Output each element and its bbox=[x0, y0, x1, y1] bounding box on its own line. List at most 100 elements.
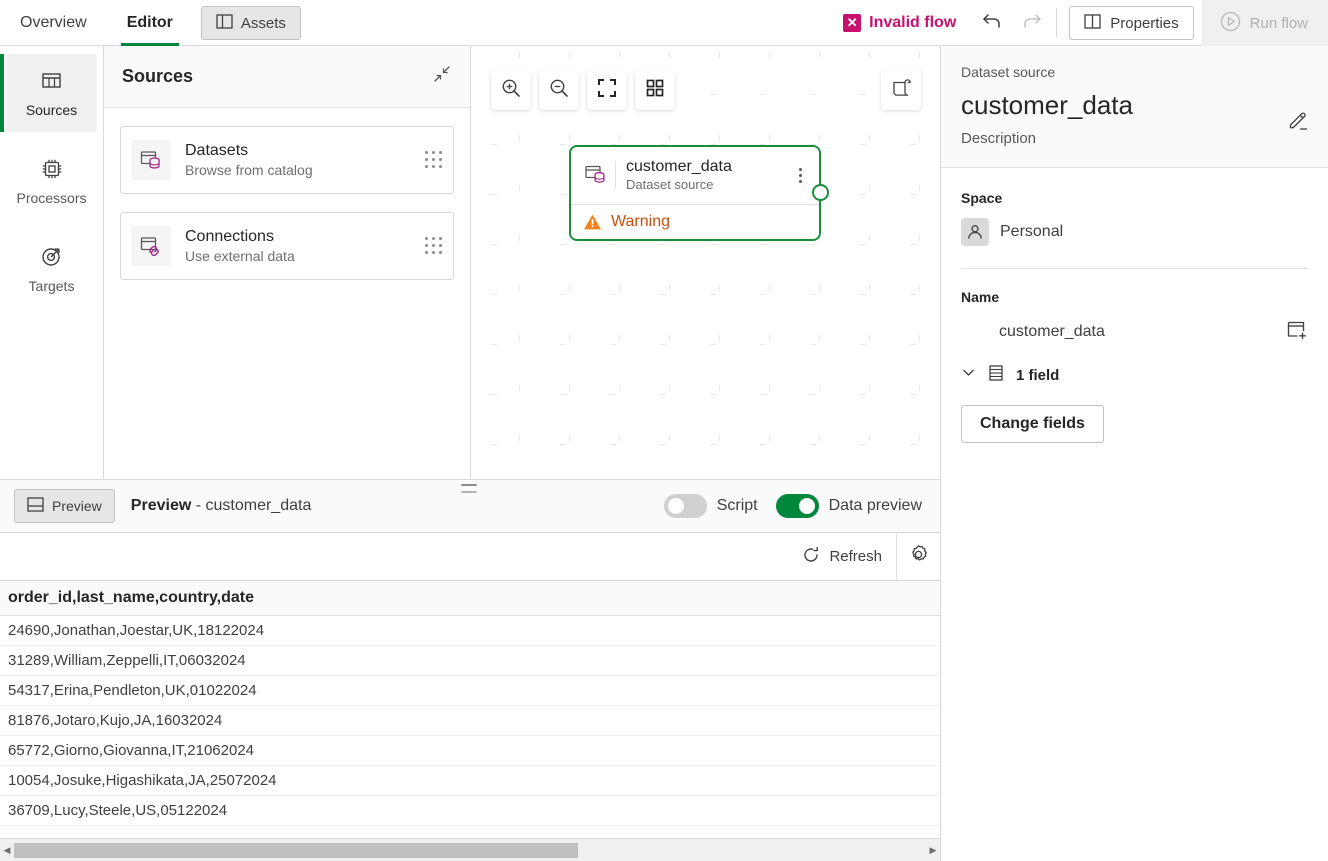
sidebar-item-sources[interactable]: Sources bbox=[0, 54, 97, 132]
auto-layout-button[interactable] bbox=[635, 70, 675, 110]
canvas-toolbar bbox=[491, 70, 675, 110]
table-row[interactable]: 36709,Lucy,Steele,US,05122024 bbox=[0, 796, 940, 826]
flow-node-header: customer_data Dataset source bbox=[571, 147, 819, 204]
fit-screen-button[interactable] bbox=[587, 70, 627, 110]
flow-node-subtitle: Dataset source bbox=[626, 177, 714, 193]
data-preview-table: order_id,last_name,country,date 24690,Jo… bbox=[0, 581, 940, 836]
zoom-in-button[interactable] bbox=[491, 70, 531, 110]
source-card-connections-text: Connections Use external data bbox=[185, 227, 425, 266]
refresh-icon bbox=[802, 546, 820, 568]
flow-node-customer-data[interactable]: customer_data Dataset source Warning bbox=[569, 145, 829, 241]
sources-panel-header: Sources bbox=[104, 46, 470, 108]
tab-editor[interactable]: Editor bbox=[107, 0, 193, 46]
script-toggle-label: Script bbox=[716, 497, 758, 514]
undo-button[interactable] bbox=[974, 5, 1010, 41]
sidebar-item-processors[interactable]: Processors bbox=[6, 142, 97, 220]
run-flow-button[interactable]: Run flow bbox=[1201, 0, 1328, 46]
name-value: customer_data bbox=[999, 323, 1105, 341]
properties-panel: Dataset source customer_data Description… bbox=[940, 46, 1328, 861]
invalid-flow-status: ✕ Invalid flow bbox=[827, 0, 972, 45]
table-row[interactable]: 81876,Jotaro,Kujo,JA,16032024 bbox=[0, 706, 940, 736]
undo-icon bbox=[981, 11, 1003, 36]
redo-button[interactable] bbox=[1014, 5, 1050, 41]
field-list-icon bbox=[987, 364, 1005, 387]
source-card-datasets[interactable]: Datasets Browse from catalog bbox=[120, 126, 454, 194]
panel-right-icon bbox=[1084, 13, 1101, 33]
space-value-row: Personal bbox=[961, 217, 1308, 246]
preview-resize-handle[interactable] bbox=[461, 484, 477, 493]
sidebar-item-targets[interactable]: Targets bbox=[6, 230, 97, 308]
add-table-icon[interactable] bbox=[1286, 319, 1308, 346]
table-header-text: order_id,last_name,country,date bbox=[8, 589, 254, 606]
table-row-text: 65772,Giorno,Giovanna,IT,21062024 bbox=[8, 742, 255, 759]
source-card-datasets-title: Datasets bbox=[185, 141, 249, 159]
fields-expander[interactable]: 1 field bbox=[961, 364, 1308, 387]
change-fields-button[interactable]: Change fields bbox=[961, 404, 1104, 443]
topbar-divider bbox=[1056, 8, 1058, 37]
table-row[interactable]: 10054,Josuke,Higashikata,JA,25072024 bbox=[0, 766, 940, 796]
table-horizontal-scrollbar[interactable]: ◀ ▶ bbox=[0, 838, 940, 861]
table-row-text: 81876,Jotaro,Kujo,JA,16032024 bbox=[8, 712, 223, 729]
zoom-out-button[interactable] bbox=[539, 70, 579, 110]
refresh-label: Refresh bbox=[829, 548, 882, 565]
flow-editor-app: Overview Editor Assets ✕ Invalid flow Pr… bbox=[0, 0, 1328, 861]
drag-handle-icon[interactable] bbox=[425, 149, 443, 171]
flow-canvas[interactable]: customer_data Dataset source Warning bbox=[471, 46, 940, 479]
scrollbar-thumb[interactable] bbox=[14, 842, 578, 858]
data-preview-toggle-label: Data preview bbox=[828, 497, 922, 514]
table-icon bbox=[39, 69, 65, 96]
user-icon bbox=[961, 217, 989, 246]
preview-title: Preview - customer_data bbox=[131, 497, 312, 515]
scroll-left-arrow-icon[interactable]: ◀ bbox=[0, 845, 14, 856]
refresh-button[interactable]: Refresh bbox=[788, 541, 896, 573]
connection-icon bbox=[131, 226, 171, 266]
top-bar: Overview Editor Assets ✕ Invalid flow Pr… bbox=[0, 0, 1328, 46]
source-card-connections[interactable]: Connections Use external data bbox=[120, 212, 454, 280]
left-rail: Sources Processors Targets bbox=[0, 46, 104, 479]
drag-handle-icon[interactable] bbox=[425, 235, 443, 257]
scroll-right-arrow-icon[interactable]: ▶ bbox=[926, 845, 940, 856]
table-row[interactable]: 54317,Erina,Pendleton,UK,01022024 bbox=[0, 676, 940, 706]
script-view-button[interactable] bbox=[881, 70, 921, 110]
sidebar-item-processors-label: Processors bbox=[16, 189, 87, 206]
zoom-out-icon bbox=[548, 77, 570, 104]
warning-triangle-icon bbox=[583, 213, 602, 231]
panel-layout-icon bbox=[216, 13, 233, 33]
flow-node-output-port[interactable] bbox=[812, 183, 829, 201]
page-title: customer_data bbox=[961, 90, 1133, 120]
table-row[interactable]: 65772,Giorno,Giovanna,IT,21062024 bbox=[0, 736, 940, 766]
node-divider bbox=[615, 161, 616, 190]
tab-overview[interactable]: Overview bbox=[0, 0, 107, 46]
dataset-icon bbox=[583, 162, 613, 188]
chip-icon bbox=[39, 157, 65, 184]
name-value-row: customer_data bbox=[961, 319, 1308, 346]
play-circle-icon bbox=[1220, 11, 1241, 36]
flow-node-menu-button[interactable] bbox=[791, 167, 811, 183]
script-icon bbox=[890, 77, 912, 104]
gear-icon bbox=[908, 544, 929, 570]
table-row[interactable]: 24690,Jonathan,Joestar,UK,18122024 bbox=[0, 616, 940, 646]
preview-tab-button[interactable]: Preview bbox=[14, 489, 115, 523]
preview-title-prefix: Preview bbox=[130, 497, 192, 514]
table-row[interactable]: 31289,William,Zeppelli,IT,06032024 bbox=[0, 646, 940, 676]
collapse-icon[interactable] bbox=[432, 64, 452, 89]
properties-header: Dataset source customer_data Description bbox=[941, 46, 1328, 168]
scrollbar-track[interactable] bbox=[14, 842, 926, 858]
sidebar-item-sources-label: Sources bbox=[25, 101, 78, 118]
preview-toolbar: Refresh bbox=[0, 533, 940, 581]
fit-screen-icon bbox=[597, 78, 617, 103]
tab-overview-label: Overview bbox=[20, 14, 87, 31]
assets-button[interactable]: Assets bbox=[200, 6, 301, 40]
run-flow-label: Run flow bbox=[1249, 14, 1308, 32]
data-preview-toggle[interactable] bbox=[775, 494, 819, 518]
preview-settings-button[interactable] bbox=[896, 533, 940, 580]
properties-button[interactable]: Properties bbox=[1069, 6, 1194, 40]
space-label: Space bbox=[961, 189, 1003, 206]
edit-pencil-icon[interactable] bbox=[1286, 108, 1310, 137]
source-card-connections-title: Connections bbox=[185, 227, 274, 245]
properties-divider bbox=[961, 267, 1308, 269]
script-toggle-group: Script bbox=[663, 494, 758, 518]
invalid-flow-label: Invalid flow bbox=[869, 13, 957, 31]
tab-editor-label: Editor bbox=[126, 14, 173, 31]
script-toggle[interactable] bbox=[663, 494, 707, 518]
